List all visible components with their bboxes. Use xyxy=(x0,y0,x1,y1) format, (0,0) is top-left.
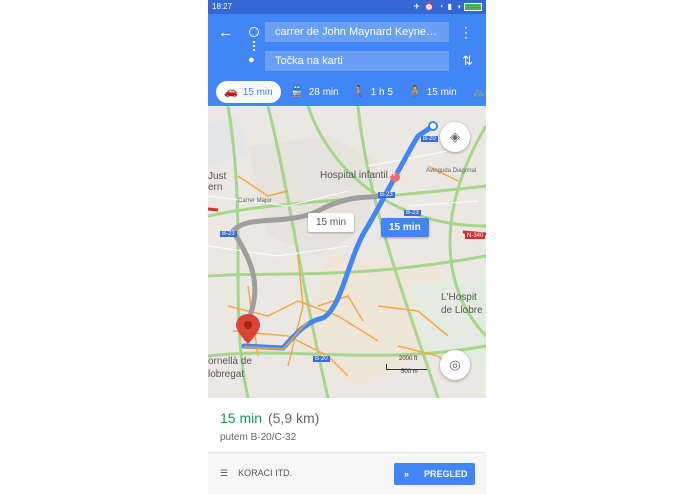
map-view[interactable]: Hospital infantil H L'Hospit de Llobre o… xyxy=(208,106,486,398)
swap-direction-icon[interactable]: ⇅ xyxy=(462,53,473,69)
road-shield: B-23 xyxy=(220,231,237,237)
status-bar: 18:27 ✈ ⏰ ◔ ▮ ◑ xyxy=(208,0,486,14)
mode-ride-tab[interactable]: 🧍 15 min xyxy=(408,81,457,103)
preview-label: PREGLED xyxy=(424,469,468,479)
origin-field[interactable]: carrer de John Maynard Keyne… xyxy=(265,22,449,42)
status-icons: ✈ ⏰ ◔ ▮ ◑ xyxy=(413,2,482,11)
destination-field[interactable]: Točka na karti xyxy=(265,51,449,71)
travel-mode-bar: 🚗 15 min 🚆 28 min 🚶 1 h 5 🧍 15 min 🚲 xyxy=(208,78,486,106)
list-icon: ☰ xyxy=(220,468,229,478)
steps-button[interactable]: ☰ KORACI ITD. xyxy=(220,468,292,479)
route-summary[interactable]: 15 min (5,9 km) putem B-20/C-32 xyxy=(208,398,486,452)
preview-button[interactable]: » PREGLED xyxy=(394,463,475,485)
mode-transit-label: 28 min xyxy=(308,87,339,98)
label-de-llobre: de Llobre xyxy=(441,305,483,316)
ride-icon: 🧍 xyxy=(408,86,422,98)
label-llobregat: lobregat xyxy=(208,369,245,380)
mode-bike-tab[interactable]: 🚲 xyxy=(472,81,486,103)
back-arrow-icon[interactable]: ← xyxy=(218,24,233,41)
road-shield: B-23 xyxy=(378,192,395,198)
mode-transit-tab[interactable]: 🚆 28 min xyxy=(290,81,339,103)
mode-car-label: 15 min xyxy=(242,87,273,98)
double-chevron-icon: » xyxy=(404,469,410,479)
mode-walk-label: 1 h 5 xyxy=(370,87,393,98)
road-shield: B-23 xyxy=(404,210,421,216)
status-time: 18:27 xyxy=(212,2,233,11)
my-location-icon: ◎ xyxy=(449,357,461,372)
route-via: putem B-20/C-32 xyxy=(220,432,297,443)
label-just: Just xyxy=(208,171,227,182)
layers-button[interactable]: ◈ xyxy=(440,122,470,152)
bottom-action-bar: ☰ KORACI ITD. » PREGLED xyxy=(208,452,486,494)
label-ern: ern xyxy=(208,182,223,193)
road-shield: B-20 xyxy=(313,356,330,362)
destination-pin-icon: ● xyxy=(248,54,255,66)
car-icon: 🚗 xyxy=(224,86,238,98)
more-options-icon[interactable]: ⋮ xyxy=(459,24,473,41)
route-duration: 15 min xyxy=(220,410,263,426)
scale-meters: 500 m xyxy=(401,369,418,375)
mode-car-tab[interactable]: 🚗 15 min xyxy=(216,81,281,103)
bike-icon: 🚲 xyxy=(472,86,486,98)
steps-label: KORACI ITD. xyxy=(238,468,293,478)
label-carrer-major: Carrer Major xyxy=(238,198,272,204)
label-hospital-infantil: Hospital infantil xyxy=(320,170,388,181)
hospital-marker-icon: H xyxy=(390,171,396,178)
mode-ride-label: 15 min xyxy=(426,87,457,98)
scale-feet: 2000 ft xyxy=(399,356,418,362)
directions-header: ← ● carrer de John Maynard Keyne… Točka … xyxy=(208,14,486,106)
battery-icon xyxy=(464,2,482,11)
road-shield: N-340 xyxy=(465,233,486,239)
origin-circle-icon xyxy=(249,27,259,37)
selected-route-callout[interactable]: 15 min xyxy=(381,218,429,237)
label-hospitalet: L'Hospit xyxy=(441,292,477,303)
walk-icon: 🚶 xyxy=(352,86,366,98)
route-distance: (5,9 km) xyxy=(268,410,320,426)
layers-icon: ◈ xyxy=(450,129,460,144)
road-shield: B-20 xyxy=(421,136,438,142)
label-cornella: ornellà de xyxy=(208,356,252,367)
phone-screen: 18:27 ✈ ⏰ ◔ ▮ ◑ ← ● carrer de John Mayna… xyxy=(208,0,486,494)
my-location-button[interactable]: ◎ xyxy=(440,350,470,380)
bus-icon: 🚆 xyxy=(290,86,304,98)
alternate-route-callout[interactable]: 15 min xyxy=(308,213,355,232)
label-avinguda-diagonal: Avinguda Diagonal xyxy=(426,168,477,174)
status-icon-glyphs: ✈ ⏰ ◔ ▮ ◑ xyxy=(413,2,462,11)
route-dots-icon xyxy=(253,41,257,51)
mode-walk-tab[interactable]: 🚶 1 h 5 xyxy=(352,81,393,103)
